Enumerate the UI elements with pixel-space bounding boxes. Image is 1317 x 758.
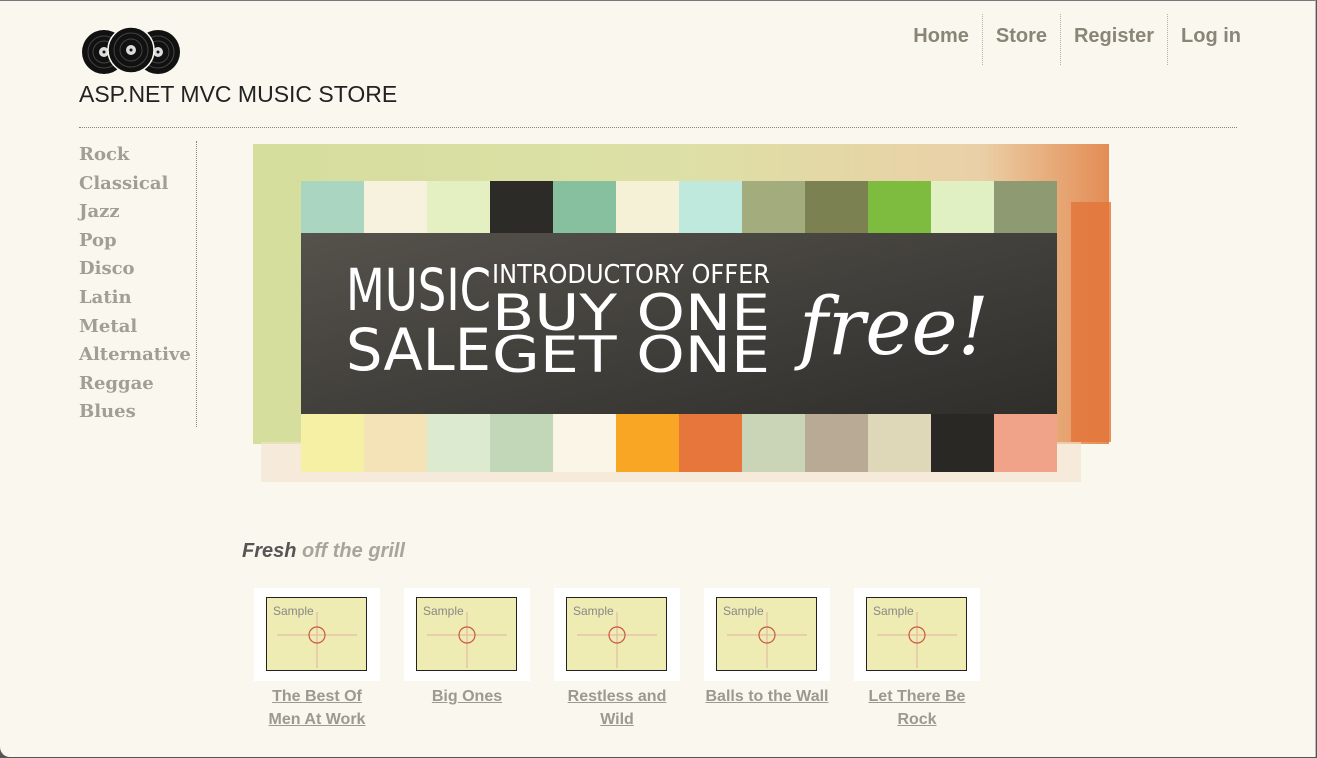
- album-title-link[interactable]: Let There Be Rock: [854, 685, 980, 731]
- genre-link-rock[interactable]: Rock: [79, 141, 196, 170]
- nav-store-link[interactable]: Store: [983, 14, 1061, 65]
- site-title: ASP.NET MVC MUSIC STORE: [79, 81, 398, 107]
- color-swatches-top: [301, 181, 1057, 233]
- album-title-link[interactable]: The Best Of Men At Work: [254, 685, 380, 731]
- genre-link-metal[interactable]: Metal: [79, 313, 196, 342]
- header-divider: [79, 127, 1237, 128]
- nav-login-link[interactable]: Log in: [1168, 14, 1257, 65]
- fresh-heading-bold: Fresh: [242, 540, 297, 562]
- album-title-line2[interactable]: Rock: [897, 711, 936, 728]
- album-art-placeholder: Sample: [866, 597, 967, 671]
- album-art-placeholder: Sample: [266, 597, 367, 671]
- album-item[interactable]: Sample The Best Of Men At Work: [254, 588, 404, 731]
- nav-register-link[interactable]: Register: [1061, 14, 1169, 65]
- album-art-frame[interactable]: Sample: [404, 588, 530, 681]
- fresh-heading: Fresh off the grill: [242, 540, 405, 563]
- album-art-frame[interactable]: Sample: [254, 588, 380, 681]
- album-title-line2[interactable]: Men At Work: [269, 711, 366, 728]
- album-title-link[interactable]: Restless and Wild: [554, 685, 680, 731]
- promo-banner: MUSIC SALE INTRODUCTORY OFFER BUY ONE GE…: [253, 144, 1111, 482]
- color-swatches-bottom: [301, 414, 1057, 472]
- album-title-line1[interactable]: Restless and: [568, 688, 667, 705]
- genre-link-reggae[interactable]: Reggae: [79, 370, 196, 399]
- album-item[interactable]: Sample Let There Be Rock: [854, 588, 1004, 731]
- genre-link-classical[interactable]: Classical: [79, 170, 196, 199]
- banner-get-one: GET ONE: [492, 326, 770, 384]
- album-art-placeholder: Sample: [416, 597, 517, 671]
- placeholder-sample-label: Sample: [573, 604, 614, 618]
- vinyl-records-logo-icon[interactable]: [80, 25, 182, 77]
- album-art-placeholder: Sample: [716, 597, 817, 671]
- album-title-line1[interactable]: The Best Of: [272, 688, 362, 705]
- genre-link-alternative[interactable]: Alternative: [79, 341, 196, 370]
- genre-link-jazz[interactable]: Jazz: [79, 198, 196, 227]
- album-item[interactable]: Sample Restless and Wild: [554, 588, 704, 731]
- placeholder-sample-label: Sample: [273, 604, 314, 618]
- top-nav: Home Store Register Log in: [900, 14, 1257, 65]
- album-art-frame[interactable]: Sample: [704, 588, 830, 681]
- placeholder-sample-label: Sample: [873, 604, 914, 618]
- genre-link-pop[interactable]: Pop: [79, 227, 196, 256]
- nav-home-link[interactable]: Home: [900, 14, 983, 65]
- page: ASP.NET MVC MUSIC STORE Home Store Regis…: [0, 0, 1316, 757]
- album-item[interactable]: Sample Balls to the Wall: [704, 588, 854, 731]
- genre-link-disco[interactable]: Disco: [79, 255, 196, 284]
- album-title-line1[interactable]: Big Ones: [432, 688, 502, 705]
- banner-free-text: free!: [794, 280, 989, 373]
- album-art-frame[interactable]: Sample: [554, 588, 680, 681]
- album-title-line1[interactable]: Balls to the Wall: [706, 688, 829, 705]
- album-art-placeholder: Sample: [566, 597, 667, 671]
- placeholder-sample-label: Sample: [723, 604, 764, 618]
- genre-link-blues[interactable]: Blues: [79, 398, 196, 427]
- banner-word-sale: SALE: [346, 316, 491, 384]
- banner-word-music: MUSIC: [346, 256, 491, 324]
- genre-link-latin[interactable]: Latin: [79, 284, 196, 313]
- album-title-line1[interactable]: Let There Be: [869, 688, 966, 705]
- album-title-link[interactable]: Big Ones: [404, 685, 530, 708]
- album-title-line2[interactable]: Wild: [600, 711, 634, 728]
- album-title-link[interactable]: Balls to the Wall: [704, 685, 830, 708]
- placeholder-sample-label: Sample: [423, 604, 464, 618]
- album-list: Sample The Best Of Men At Work Sample Bi…: [254, 588, 1004, 731]
- album-item[interactable]: Sample Big Ones: [404, 588, 554, 731]
- genre-sidebar: Rock Classical Jazz Pop Disco Latin Meta…: [79, 141, 197, 427]
- fresh-heading-rest: off the grill: [302, 540, 405, 562]
- album-art-frame[interactable]: Sample: [854, 588, 980, 681]
